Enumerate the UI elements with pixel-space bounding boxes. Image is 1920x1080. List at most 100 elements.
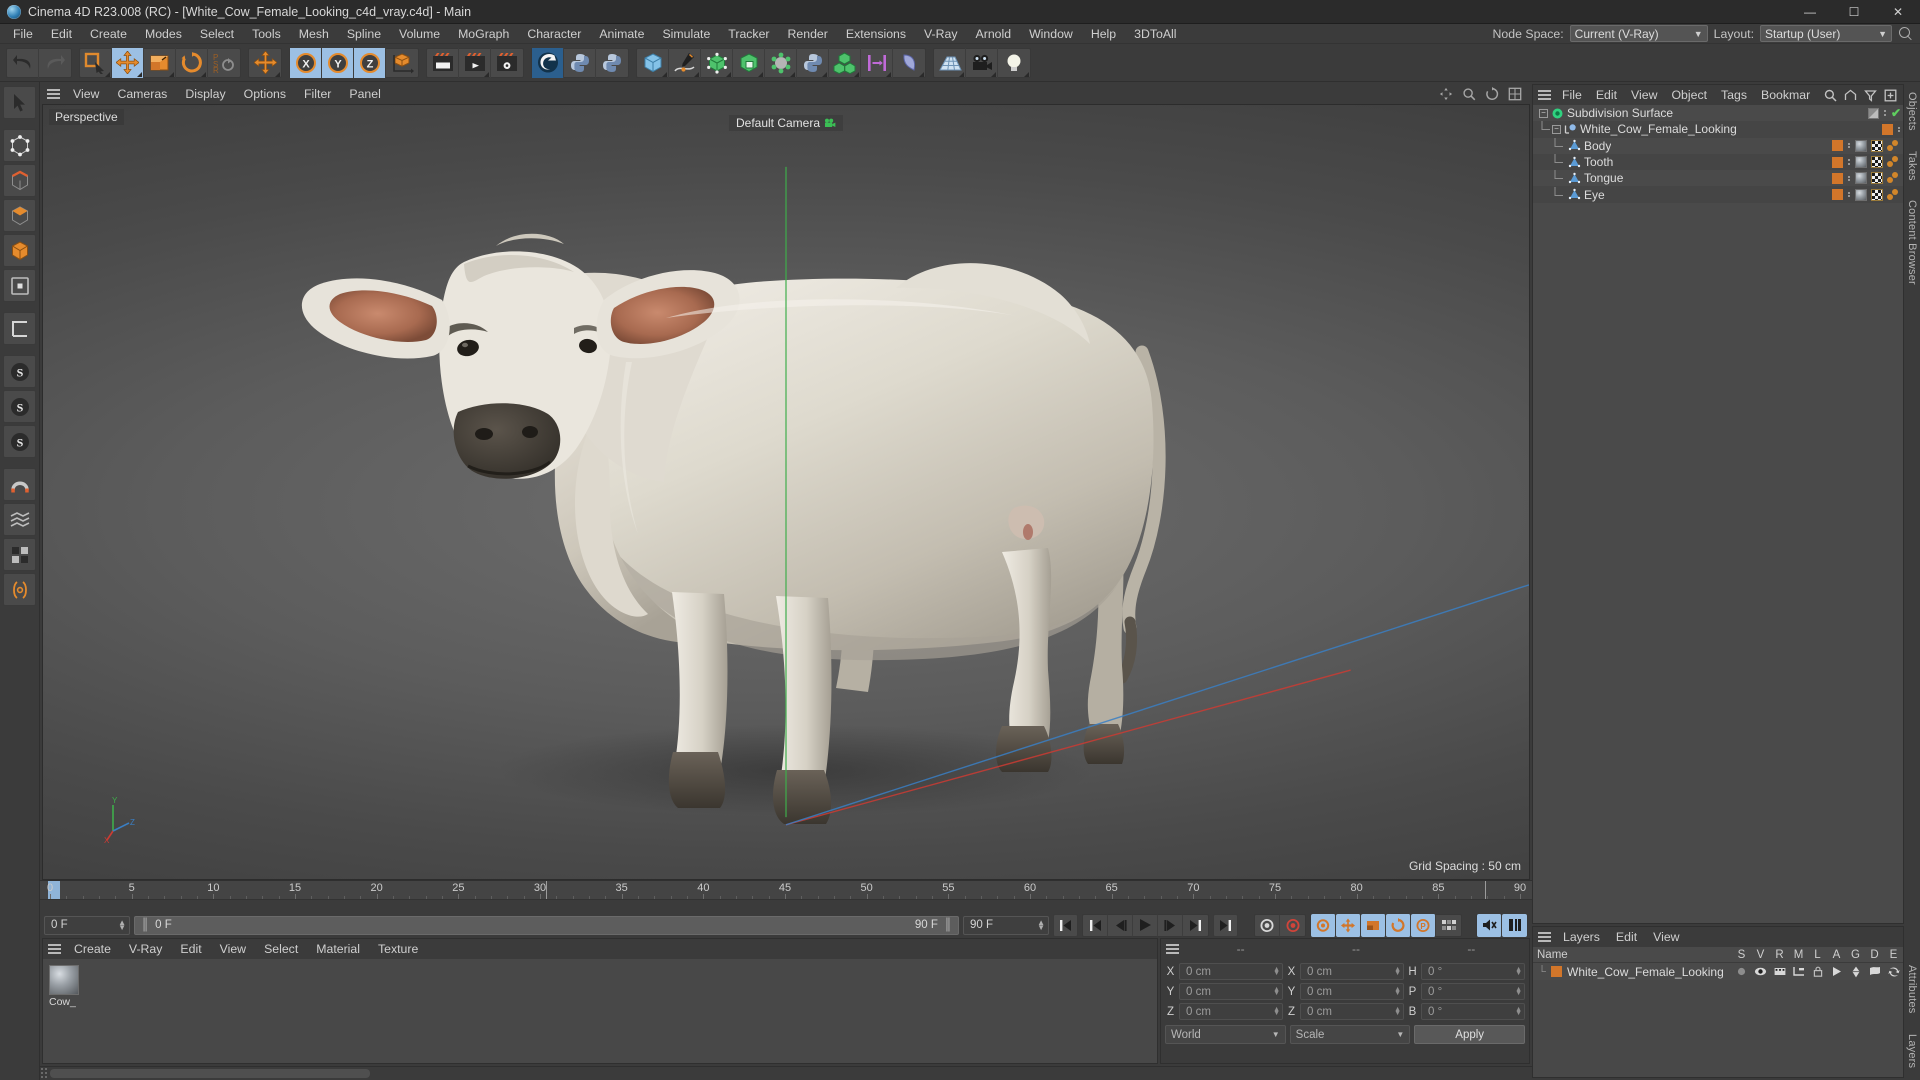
coord-size-field-y[interactable]: 0 cm ▲ ▼ (1300, 983, 1404, 1000)
world-object-coord-button[interactable] (386, 48, 418, 78)
python-button-1[interactable] (564, 47, 596, 78)
menu-item-edit[interactable]: Edit (42, 24, 81, 44)
expand-collapse-icon[interactable]: − (1539, 108, 1548, 118)
grip-handle[interactable] (40, 1067, 48, 1080)
parameter-key-button[interactable]: P (1411, 913, 1436, 937)
layers-menu-hamburger-icon[interactable] (1533, 927, 1555, 947)
spinner-icon[interactable]: ▲ ▼ (1515, 966, 1522, 977)
solo-dot-icon[interactable] (1732, 966, 1751, 977)
layers-row[interactable]: └ White_Cow_Female_Looking (1533, 963, 1903, 980)
menu-item-volume[interactable]: Volume (390, 24, 449, 44)
layers-menu-view[interactable]: View (1645, 927, 1687, 947)
phong-tag-icon[interactable] (1887, 139, 1901, 152)
material-tag-icon[interactable] (1855, 188, 1867, 201)
select-tool-button[interactable] (80, 47, 112, 78)
uv-brackets-tool[interactable] (3, 573, 36, 606)
phong-tag-icon[interactable] (1887, 156, 1901, 168)
layers-body[interactable] (1533, 980, 1903, 1077)
spinner-icon[interactable]: ▲ ▼ (1394, 966, 1401, 977)
uvw-tag-icon[interactable] (1871, 139, 1883, 152)
add-spline-button[interactable] (669, 47, 701, 78)
autokeying-button[interactable] (1280, 914, 1305, 937)
layers-column-a[interactable]: A (1827, 949, 1846, 961)
spinner-icon[interactable]: ▲ ▼ (1273, 966, 1280, 977)
visibility-dots-icon[interactable] (1883, 110, 1887, 116)
coord-position-field-z[interactable]: 0 cm ▲ ▼ (1179, 1003, 1283, 1020)
coord-mode-select[interactable]: Scale ▼ (1289, 1025, 1411, 1044)
layout-select[interactable]: Startup (User) ▼ (1760, 25, 1892, 42)
layers-column-g[interactable]: G (1846, 949, 1865, 961)
play-button[interactable] (1133, 913, 1158, 937)
go-to-next-keyframe-button[interactable] (1183, 914, 1208, 937)
object-menu-object[interactable]: Object (1664, 85, 1714, 105)
material-item[interactable]: Cow_ (49, 965, 79, 1008)
object-name[interactable]: Tongue (1584, 171, 1623, 185)
point-level-animation-button[interactable] (1436, 914, 1461, 937)
layers-column-s[interactable]: S (1732, 949, 1751, 961)
deformer-button[interactable] (765, 47, 797, 78)
search-icon[interactable] (1898, 26, 1914, 42)
material-menu-create[interactable]: Create (65, 939, 120, 959)
move-tool-button[interactable] (112, 47, 144, 78)
viewport-menu-hamburger-icon[interactable] (42, 84, 64, 104)
material-menu-edit[interactable]: Edit (171, 939, 210, 959)
home-icon[interactable] (1844, 89, 1857, 102)
end-frame-field[interactable]: 90 F ▲ ▼ (963, 915, 1049, 935)
material-list[interactable]: Cow_ (43, 959, 1157, 1063)
add-floor-button[interactable] (934, 47, 966, 78)
material-menu-select[interactable]: Select (255, 939, 307, 959)
layer-color-chip[interactable] (1832, 172, 1843, 184)
object-menu-edit[interactable]: Edit (1589, 85, 1624, 105)
minimize-button[interactable]: — (1788, 0, 1832, 24)
layers-menu-layers[interactable]: Layers (1555, 927, 1608, 947)
add-camera-button[interactable] (966, 47, 998, 78)
rotation-key-button[interactable] (1386, 913, 1411, 937)
point-mode-tool[interactable] (3, 129, 36, 162)
snap-magnet-tool[interactable] (3, 468, 36, 501)
layers-column-v[interactable]: V (1751, 949, 1770, 961)
hyper-nurbs-button[interactable] (701, 47, 733, 78)
layers-column-r[interactable]: R (1770, 949, 1789, 961)
maximize-button[interactable]: ☐ (1832, 0, 1876, 24)
close-button[interactable]: ✕ (1876, 0, 1920, 24)
polygon-mode-tool[interactable] (3, 199, 36, 232)
spinner-icon[interactable]: ▲ ▼ (1394, 986, 1401, 997)
scale-key-button[interactable] (1361, 913, 1386, 937)
spinner-icon[interactable]: ▲ ▼ (1515, 1006, 1522, 1017)
coordinate-menu-hamburger-icon[interactable] (1161, 939, 1183, 959)
render-film-icon[interactable] (1770, 966, 1789, 977)
spinner-icon[interactable]: ▲ ▼ (1394, 1006, 1401, 1017)
menu-item-render[interactable]: Render (779, 24, 837, 44)
add-cube-button[interactable] (637, 47, 669, 78)
edge-mode-tool[interactable] (3, 164, 36, 197)
cow-3d-model[interactable] (196, 122, 1376, 862)
object-row[interactable]: − Subdivision Surface ✔ (1533, 105, 1903, 121)
spinner-icon[interactable]: ▲ ▼ (1273, 986, 1280, 997)
layers-column-m[interactable]: M (1789, 949, 1808, 961)
coord-position-field-x[interactable]: 0 cm ▲ ▼ (1179, 963, 1283, 980)
spinner-icon[interactable]: ▲ ▼ (1273, 1006, 1280, 1017)
workplane-S-icon-3[interactable]: S (3, 425, 36, 458)
tab-layers[interactable]: Layers (1905, 1028, 1919, 1074)
coord-rotation-field-h[interactable]: 0 ° ▲ ▼ (1421, 963, 1525, 980)
uvw-tag-icon[interactable] (1871, 172, 1883, 185)
preview-range-bar[interactable]: ║ 0 F 90 F ║ (134, 915, 959, 935)
tab-takes[interactable]: Takes (1905, 145, 1919, 187)
undo-button[interactable] (7, 47, 39, 78)
position-key-button[interactable] (1336, 913, 1361, 937)
layers-menu-edit[interactable]: Edit (1608, 927, 1645, 947)
menu-item-tracker[interactable]: Tracker (719, 24, 778, 44)
move-duplicate-button[interactable] (249, 48, 281, 78)
object-menu-bookmark[interactable]: Bookmar (1754, 85, 1817, 105)
spinner-icon[interactable]: ▲ ▼ (1037, 919, 1045, 932)
add-box-icon[interactable] (1884, 89, 1897, 102)
layer-color-chip[interactable] (1882, 123, 1893, 135)
visibility-dots-icon[interactable] (1897, 126, 1901, 133)
go-to-previous-keyframe-button[interactable] (1083, 913, 1108, 937)
object-menu-view[interactable]: View (1624, 85, 1664, 105)
search-icon[interactable] (1824, 89, 1837, 102)
solo-grid-tool[interactable] (3, 538, 36, 571)
zoom-view-icon[interactable] (1462, 87, 1476, 101)
render-settings-button[interactable] (491, 48, 523, 78)
generator-icon[interactable] (1846, 966, 1865, 978)
